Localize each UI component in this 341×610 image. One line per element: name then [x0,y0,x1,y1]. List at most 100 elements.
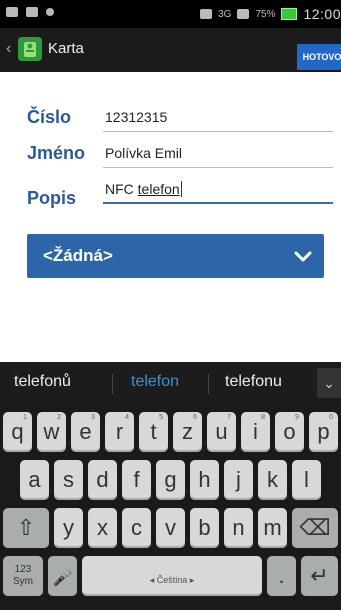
backspace-key[interactable]: ⌫ [292,508,338,548]
key-d[interactable]: d [88,460,117,500]
key-j-label: j [236,467,241,492]
key-r-label: r [115,419,124,444]
key-a-label: a [28,467,41,492]
key-e-alt: 3 [91,414,95,421]
key-d-label: d [96,467,109,492]
shift-key[interactable]: ⇧ [3,508,49,548]
suggestion-1[interactable]: telefonů [14,373,71,391]
key-m[interactable]: m [258,508,287,548]
suggestion-strip: telefonů telefon telefonu ⌄ [0,362,341,404]
key-z[interactable]: 6z [173,412,202,452]
keyboard: 1q 2w 3e 4r 5t 6z 7u 8i 9o 0p a s d f g … [0,404,341,610]
description-composing-word: telefon [137,181,180,197]
key-k[interactable]: k [258,460,287,500]
period-key[interactable]: . [267,556,296,596]
clock: 12:00 [303,6,341,22]
chevron-down-icon [294,251,312,262]
screen-title: Karta [48,40,84,57]
key-q[interactable]: 1q [3,412,32,452]
missed-call-icon [46,8,54,16]
key-n-label: n [232,515,245,540]
key-w-alt: 2 [57,414,61,421]
key-n[interactable]: n [224,508,253,548]
description-row: Popis NFC telefon [0,172,341,208]
key-x[interactable]: x [88,508,117,548]
battery-icon [281,8,298,20]
key-k-label: k [267,467,278,492]
key-e-label: e [79,419,92,444]
suggestion-divider [208,374,209,394]
key-l[interactable]: l [292,460,321,500]
key-g-label: g [164,467,177,492]
key-y[interactable]: y [54,508,83,548]
number-field[interactable]: 12312315 [105,109,167,125]
key-i-alt: 8 [261,414,265,421]
backspace-icon: ⌫ [299,515,331,540]
key-e[interactable]: 3e [71,412,100,452]
symbols-key[interactable]: 123 Sym [3,556,43,596]
key-p[interactable]: 0p [309,412,338,452]
key-h-label: h [198,467,211,492]
key-w[interactable]: 2w [37,412,66,452]
key-w-label: w [43,419,60,444]
suggestion-divider [112,374,113,394]
key-g[interactable]: g [156,460,185,500]
suggestion-3[interactable]: telefonu [225,373,282,391]
dropdown-selected-value: <Žádná> [43,246,113,265]
key-b-label: b [198,515,211,540]
name-underline [103,167,333,168]
key-m-label: m [263,515,282,540]
number-underline [103,131,333,132]
key-p-alt: 0 [329,414,333,421]
key-i-label: i [253,419,258,444]
done-button[interactable]: HOTOVO [297,44,341,70]
key-s-label: s [63,467,74,492]
key-j[interactable]: j [224,460,253,500]
key-r[interactable]: 4r [105,412,134,452]
voice-input-key[interactable]: 🎤 [48,556,77,596]
microphone-icon: 🎤 [52,570,73,587]
key-o-alt: 9 [295,414,299,421]
voicemail-notification-icon [26,7,38,17]
key-t[interactable]: 5t [139,412,168,452]
enter-icon: ↵ [310,563,329,588]
shift-icon: ⇧ [16,515,36,540]
key-u[interactable]: 7u [207,412,236,452]
key-f[interactable]: f [122,460,151,500]
category-dropdown[interactable]: <Žádná> [27,234,324,278]
key-v-label: v [165,515,176,540]
key-z-label: z [182,419,193,444]
key-i[interactable]: 8i [241,412,270,452]
key-s[interactable]: s [54,460,83,500]
name-field[interactable]: Polívka Emil [105,145,182,161]
text-cursor [180,181,182,197]
battery-percent: 75% [255,8,276,20]
key-b[interactable]: b [190,508,219,548]
symbols-label: 123 Sym [13,564,33,587]
key-t-alt: 5 [159,414,163,421]
enter-key[interactable]: ↵ [301,556,338,596]
key-u-alt: 7 [227,414,231,421]
key-u-label: u [215,419,228,444]
signal-icon [237,9,250,19]
key-a[interactable]: a [20,460,49,500]
description-field[interactable]: NFC telefon [105,181,182,197]
key-q-label: q [11,419,24,444]
key-o[interactable]: 9o [275,412,304,452]
description-underline [103,202,333,204]
collapse-suggestions-icon[interactable]: ⌄ [317,368,341,398]
key-c[interactable]: c [122,508,151,548]
period-label: . [278,563,285,588]
app-icon[interactable] [18,37,42,61]
key-v[interactable]: v [156,508,185,548]
key-c-label: c [131,515,142,540]
key-t-label: t [150,419,157,444]
space-key[interactable]: ◂ Čeština ▸ [82,556,262,596]
key-f-label: f [133,467,140,492]
suggestion-2[interactable]: telefon [131,373,179,391]
status-left [6,7,54,17]
key-o-label: o [283,419,296,444]
description-label: Popis [27,188,77,208]
back-icon[interactable]: ‹ [6,40,11,58]
key-h[interactable]: h [190,460,219,500]
